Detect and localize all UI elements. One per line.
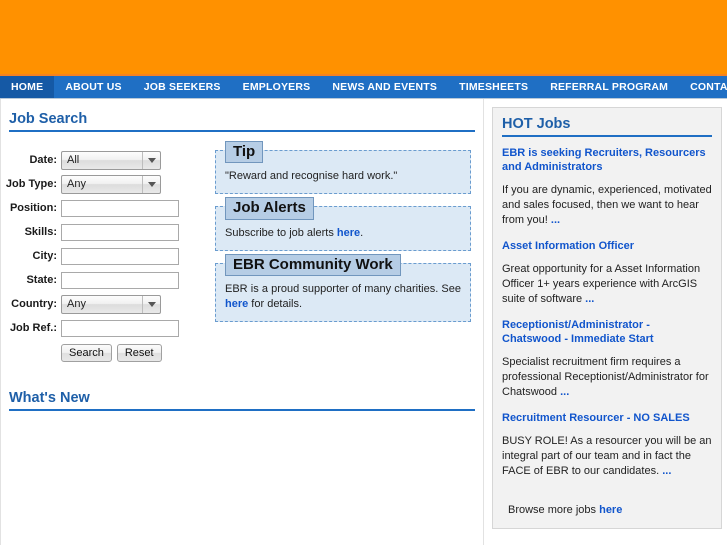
sidebar-column: HOT Jobs EBR is seeking Recruiters, Reso… xyxy=(484,99,727,545)
nav-item-news-and-events[interactable]: NEWS AND EVENTS xyxy=(321,76,448,98)
search-button[interactable]: Search xyxy=(61,344,112,362)
country-select[interactable]: Any xyxy=(61,294,161,314)
form-row-position: Position: xyxy=(5,198,205,218)
tip-box: Tip "Reward and recognise hard work." xyxy=(215,141,471,195)
label-city: City: xyxy=(32,250,57,262)
main-content-column: Job Search Date: All Job Type: Any Posit… xyxy=(0,99,484,545)
city-input[interactable] xyxy=(61,247,179,265)
label-job-type: Job Type: xyxy=(5,178,57,190)
label-job-ref: Job Ref.: xyxy=(9,322,57,334)
job-search-form: Date: All Job Type: Any Position: Skills… xyxy=(1,150,205,362)
nav-item-home[interactable]: HOME xyxy=(0,76,55,98)
hot-job-title-2[interactable]: Asset Information Officer xyxy=(502,239,712,253)
browse-more-jobs: Browse more jobs here xyxy=(502,490,712,518)
hot-jobs-title-rule xyxy=(502,135,712,137)
form-row-state: State: xyxy=(5,270,205,290)
label-country: Country: xyxy=(11,298,57,310)
nav-item-timesheets[interactable]: TIMESHEETS xyxy=(448,76,539,98)
skills-input[interactable] xyxy=(61,223,179,241)
position-input[interactable] xyxy=(61,199,179,217)
nav-item-job-seekers[interactable]: JOB SEEKERS xyxy=(133,76,232,98)
job-alerts-text-post: . xyxy=(360,226,364,239)
hot-job-more-link-3[interactable]: ... xyxy=(560,386,569,398)
job-alerts-box: Job Alerts Subscribe to job alerts here. xyxy=(215,197,471,251)
job-type-select[interactable]: Any xyxy=(61,174,161,194)
community-work-box: EBR Community Work EBR is a proud suppor… xyxy=(215,253,471,322)
label-date: Date: xyxy=(29,154,57,166)
hot-job-desc-3: Specialist recruitment firm requires a p… xyxy=(502,355,712,400)
nav-item-referral-program[interactable]: REFERRAL PROGRAM xyxy=(539,76,679,98)
job-alerts-text-pre: Subscribe to job alerts xyxy=(225,226,337,239)
form-row-job-ref: Job Ref.: xyxy=(5,318,205,338)
job-alerts-box-title: Job Alerts xyxy=(225,197,314,220)
job-search-header: Job Search xyxy=(1,99,483,132)
tip-box-text: "Reward and recognise hard work." xyxy=(225,170,398,183)
hot-job-desc-text-2: Great opportunity for a Asset Informatio… xyxy=(502,263,701,305)
hot-jobs-panel: HOT Jobs EBR is seeking Recruiters, Reso… xyxy=(492,107,722,529)
form-row-job-type: Job Type: Any xyxy=(5,174,205,194)
browse-more-text: Browse more jobs xyxy=(508,504,600,516)
tip-box-title: Tip xyxy=(225,141,264,164)
form-row-skills: Skills: xyxy=(5,222,205,242)
hot-job-desc-4: BUSY ROLE! As a resourcer you will be an… xyxy=(502,434,712,479)
hot-job-desc-text-4: BUSY ROLE! As a resourcer you will be an… xyxy=(502,435,712,477)
form-row-city: City: xyxy=(5,246,205,266)
label-state: State: xyxy=(26,274,57,286)
hot-job-title-4[interactable]: Recruitment Resourcer - NO SALES xyxy=(502,411,712,425)
label-skills: Skills: xyxy=(24,226,57,238)
form-row-date: Date: All xyxy=(5,150,205,170)
hot-job-desc-text-3: Specialist recruitment firm requires a p… xyxy=(502,356,709,398)
main-navigation: HOME ABOUT US JOB SEEKERS EMPLOYERS NEWS… xyxy=(0,76,727,99)
job-type-select-value[interactable]: Any xyxy=(61,174,161,194)
hot-job-more-link-4[interactable]: ... xyxy=(662,465,671,477)
job-search-title: Job Search xyxy=(9,111,88,127)
hot-jobs-title: HOT Jobs xyxy=(502,116,571,132)
hot-job-title-3[interactable]: Receptionist/Administrator - Chatswood -… xyxy=(502,318,712,346)
form-row-country: Country: Any xyxy=(5,294,205,314)
hot-job-desc-text-1: If you are dynamic, experienced, motivat… xyxy=(502,184,712,226)
hot-job-desc-2: Great opportunity for a Asset Informatio… xyxy=(502,262,712,307)
whats-new-section: What's New xyxy=(1,362,483,411)
job-alerts-here-link[interactable]: here xyxy=(337,227,360,239)
community-work-box-body: EBR is a proud supporter of many chariti… xyxy=(225,282,461,312)
page-body: Job Search Date: All Job Type: Any Posit… xyxy=(0,99,727,545)
date-select-value[interactable]: All xyxy=(61,150,161,170)
nav-item-about-us[interactable]: ABOUT US xyxy=(54,76,132,98)
info-boxes-column: Tip "Reward and recognise hard work." Jo… xyxy=(205,141,483,362)
nav-item-employers[interactable]: EMPLOYERS xyxy=(232,76,322,98)
job-search-title-rule xyxy=(9,130,475,132)
nav-item-contact-us[interactable]: CONTACT US xyxy=(679,76,727,98)
hot-job-more-link-2[interactable]: ... xyxy=(585,293,594,305)
tip-box-body: "Reward and recognise hard work." xyxy=(225,169,461,184)
hot-job-title-1[interactable]: EBR is seeking Recruiters, Resourcers an… xyxy=(502,146,712,174)
community-work-text-post: for details. xyxy=(248,297,303,310)
state-input[interactable] xyxy=(61,271,179,289)
date-select[interactable]: All xyxy=(61,150,161,170)
site-header-banner xyxy=(0,0,727,76)
job-search-region: Date: All Job Type: Any Position: Skills… xyxy=(1,138,483,362)
job-ref-input[interactable] xyxy=(61,319,179,337)
reset-button[interactable]: Reset xyxy=(116,344,162,362)
whats-new-title-rule xyxy=(9,409,475,411)
banner-bottom-rule xyxy=(0,74,727,76)
job-alerts-box-body: Subscribe to job alerts here. xyxy=(225,226,461,241)
browse-more-here-link[interactable]: here xyxy=(599,504,622,516)
country-select-value[interactable]: Any xyxy=(61,294,161,314)
community-work-box-title: EBR Community Work xyxy=(225,253,401,276)
label-position: Position: xyxy=(9,202,57,214)
whats-new-title: What's New xyxy=(9,390,90,406)
community-work-text-pre: EBR is a proud supporter of many chariti… xyxy=(225,282,461,295)
hot-job-desc-1: If you are dynamic, experienced, motivat… xyxy=(502,183,712,228)
hot-job-more-link-1[interactable]: ... xyxy=(551,214,560,226)
job-search-buttons: Search Reset xyxy=(5,344,205,362)
community-work-here-link[interactable]: here xyxy=(225,298,248,310)
